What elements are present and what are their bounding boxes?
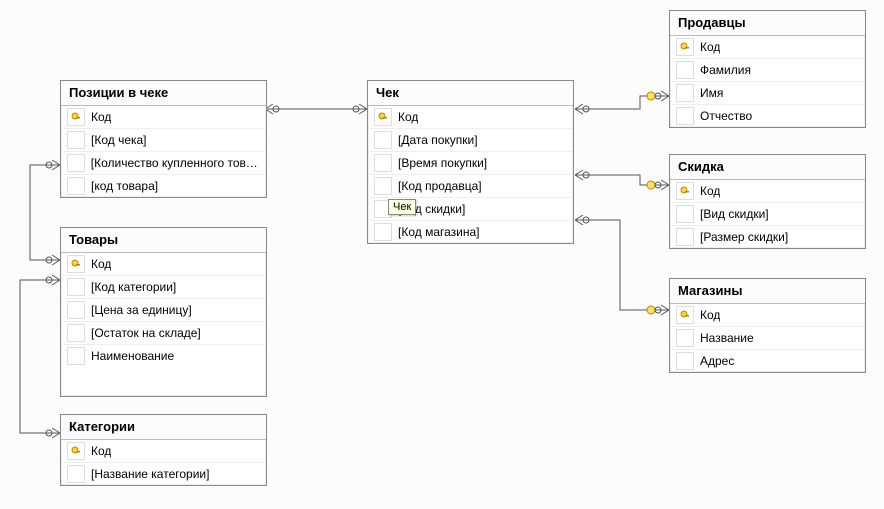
field-label: Код [700,184,720,198]
key-icon [676,182,694,200]
field-row[interactable]: [Количество купленного това... [61,152,266,175]
field-label: [Время покупки] [398,156,487,170]
field-row[interactable]: [Код категории] [61,276,266,299]
field-row[interactable]: Фамилия [670,59,865,82]
blank-icon [374,223,392,241]
field-label: Код [91,257,111,271]
field-label: Код [91,110,111,124]
table-check[interactable]: Чек Код [Дата покупки] [Время покупки] [… [367,80,574,244]
blank-icon [374,131,392,149]
field-row[interactable]: [код товара] [61,175,266,197]
field-label: [Название категории] [91,467,209,481]
key-icon [67,255,85,273]
field-label: [Размер скидки] [700,230,788,244]
blank-icon [67,301,85,319]
blank-icon [374,177,392,195]
field-label: Имя [700,86,723,100]
field-row[interactable]: Наименование [61,345,266,367]
key-icon [676,306,694,324]
table-title[interactable]: Категории [61,415,266,440]
field-row[interactable]: Отчество [670,105,865,127]
field-label: [Код продавца] [398,179,482,193]
blank-icon [67,177,85,195]
tooltip: Чек [388,199,416,215]
table-discount[interactable]: Скидка Код [Вид скидки] [Размер скидки] [669,154,866,249]
table-goods[interactable]: Товары Код [Код категории] [Цена за един… [60,227,267,397]
blank-icon [676,107,694,125]
blank-icon [374,154,392,172]
field-row[interactable]: Код [368,106,573,129]
field-label: [Код категории] [91,280,176,294]
field-label: Отчество [700,109,752,123]
blank-icon [67,278,85,296]
field-label: [Вид скидки] [700,207,769,221]
blank-icon [676,84,694,102]
field-label: Наименование [91,349,174,363]
field-label: Код [398,110,418,124]
key-icon [67,442,85,460]
key-icon [67,108,85,126]
table-sellers[interactable]: Продавцы Код Фамилия Имя Отчество [669,10,866,128]
field-row[interactable]: [Цена за единицу] [61,299,266,322]
field-row[interactable]: Код [61,253,266,276]
field-row[interactable]: Код [670,304,865,327]
field-row[interactable]: Имя [670,82,865,105]
table-positions[interactable]: Позиции в чеке Код [Код чека] [Количеств… [60,80,267,198]
field-row[interactable]: [Размер скидки] [670,226,865,248]
field-label: [Дата покупки] [398,133,478,147]
field-label: Код [700,308,720,322]
field-label: [Количество купленного това... [91,156,260,170]
field-row[interactable]: Код [61,440,266,463]
field-label: Код [91,444,111,458]
table-title[interactable]: Товары [61,228,266,253]
table-stores[interactable]: Магазины Код Название Адрес [669,278,866,373]
blank-icon [676,228,694,246]
table-title[interactable]: Магазины [670,279,865,304]
field-label: [Цена за единицу] [91,303,192,317]
field-row[interactable]: [Время покупки] [368,152,573,175]
field-label: [Код чека] [91,133,147,147]
blank-icon [67,154,85,172]
blank-icon [67,465,85,483]
field-row[interactable]: Адрес [670,350,865,372]
field-label: Название [700,331,754,345]
field-label: [код товара] [91,179,158,193]
field-row[interactable]: [Код продавца] [368,175,573,198]
table-title[interactable]: Скидка [670,155,865,180]
field-row[interactable]: [Остаток на складе] [61,322,266,345]
blank-icon [676,61,694,79]
field-row[interactable]: [Дата покупки] [368,129,573,152]
field-label: Фамилия [700,63,751,77]
blank-icon [676,352,694,370]
key-icon [676,38,694,56]
table-title[interactable]: Позиции в чеке [61,81,266,106]
key-icon [374,108,392,126]
blank-icon [676,205,694,223]
field-row[interactable]: Код [670,36,865,59]
field-row[interactable]: [Код магазина] [368,221,573,243]
field-label: Код [700,40,720,54]
field-label: Адрес [700,354,734,368]
table-title[interactable]: Чек [368,81,573,106]
field-label: [Код магазина] [398,225,480,239]
blank-icon [67,131,85,149]
table-categories[interactable]: Категории Код [Название категории] [60,414,267,486]
blank-icon [676,329,694,347]
field-row[interactable]: Код [670,180,865,203]
field-row[interactable]: Код [61,106,266,129]
table-title[interactable]: Продавцы [670,11,865,36]
blank-icon [67,347,85,365]
field-row[interactable]: [Вид скидки] [670,203,865,226]
field-row[interactable]: Название [670,327,865,350]
field-row[interactable]: [Код чека] [61,129,266,152]
blank-icon [67,324,85,342]
field-label: [Остаток на складе] [91,326,201,340]
field-row[interactable]: [Название категории] [61,463,266,485]
